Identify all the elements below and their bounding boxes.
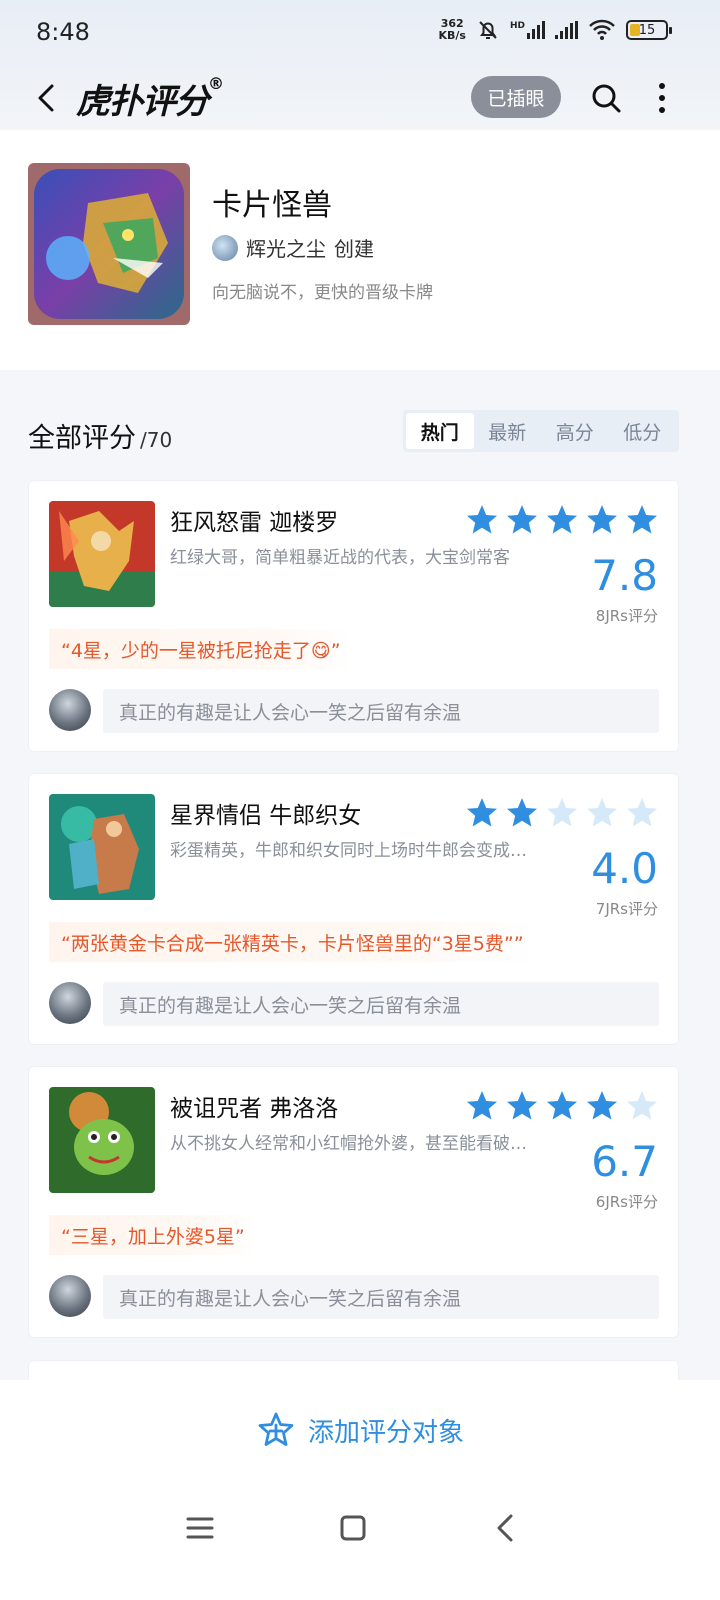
logo-registered-mark: ® — [208, 74, 224, 93]
comment-input[interactable]: 真正的有趣是让人会心一笑之后留有余温 — [103, 689, 659, 733]
rating-card[interactable]: 狂风怒雷 迦楼罗 红绿大哥，简单粗暴近战的代表，大宝剑常客 7.8 8JRs评分… — [28, 480, 679, 752]
item-image[interactable] — [49, 1087, 155, 1193]
section-title: 全部评分/70 — [28, 416, 172, 455]
item-name: 狂风怒雷 迦楼罗 — [170, 510, 339, 536]
item-image[interactable] — [49, 794, 155, 900]
home-icon[interactable] — [333, 1508, 373, 1548]
sort-tabs: 热门 最新 高分 低分 — [403, 410, 679, 452]
sort-tab-latest[interactable]: 最新 — [474, 413, 542, 449]
network-speed-unit: KB/s — [438, 29, 466, 42]
back-arrow-icon[interactable] — [30, 80, 66, 116]
system-nav-bar — [0, 1480, 720, 1600]
star-filled-icon — [507, 1091, 537, 1120]
add-star-icon[interactable] — [256, 1410, 296, 1450]
add-rating-label[interactable]: 添加评分对象 — [308, 1412, 464, 1449]
star-filled-icon — [587, 1091, 617, 1120]
star-filled-icon — [547, 505, 577, 534]
user-avatar — [49, 1275, 91, 1317]
rating-card[interactable]: 星界情侣 牛郎织女 彩蛋精英，牛郎和织女同时上场时牛郎会变成… 4.0 7JRs… — [28, 773, 679, 1045]
bookmarked-button[interactable]: 已插眼 — [471, 76, 561, 118]
network-speed: 362 KB/s — [439, 18, 466, 42]
item-description: 彩蛋精英，牛郎和织女同时上场时牛郎会变成… — [170, 841, 527, 861]
search-icon[interactable] — [588, 80, 624, 116]
top-area: 8:48 362 KB/s HD 15 虎扑评分® 已插眼 — [0, 0, 720, 140]
star-empty-icon — [547, 798, 577, 827]
star-empty-icon — [587, 798, 617, 827]
status-icons: 362 KB/s HD 15 — [439, 18, 672, 42]
star-filled-icon — [467, 798, 497, 827]
add-rating-bar[interactable]: 添加评分对象 — [0, 1380, 720, 1480]
item-description: 从不挑女人经常和小红帽抢外婆，甚至能看破… — [170, 1134, 527, 1154]
status-bar: 8:48 362 KB/s HD 15 — [0, 0, 720, 66]
star-empty-icon — [627, 798, 657, 827]
star-filled-icon — [627, 505, 657, 534]
battery-icon: 15 — [626, 20, 672, 40]
top-comment-quote[interactable]: “4星，少的一星被托尼抢走了😋” — [49, 629, 353, 669]
star-filled-icon — [507, 798, 537, 827]
item-score: 4.0 — [591, 844, 658, 893]
item-name: 星界情侣 牛郎织女 — [170, 803, 362, 829]
star-filled-icon — [467, 1091, 497, 1120]
back-icon[interactable] — [486, 1508, 526, 1548]
item-name: 被诅咒者 弗洛洛 — [170, 1096, 339, 1122]
signal-icon — [527, 21, 545, 39]
star-filled-icon — [467, 505, 497, 534]
star-filled-icon — [507, 505, 537, 534]
mute-bell-icon — [479, 21, 497, 39]
item-score: 6.7 — [591, 1137, 658, 1186]
hd-label: HD — [509, 21, 525, 31]
rating-count: 8JRs评分 — [595, 607, 658, 625]
topic-subtitle: 向无脑说不，更快的晋级卡牌 — [212, 283, 433, 303]
item-image[interactable] — [49, 501, 155, 607]
topic-title: 卡片怪兽 — [212, 188, 332, 223]
creator-avatar[interactable] — [212, 234, 238, 261]
creator-action: 创建 — [334, 237, 374, 261]
nav-bar: 虎扑评分® 已插眼 — [0, 66, 720, 130]
comment-input[interactable]: 真正的有趣是让人会心一笑之后留有余温 — [103, 982, 659, 1026]
user-avatar — [49, 982, 91, 1024]
signal-icon-2 — [555, 21, 578, 39]
sort-tab-low[interactable]: 低分 — [609, 413, 677, 449]
menu-icon[interactable] — [180, 1508, 220, 1548]
topic-header: 卡片怪兽 辉光之尘 创建 向无脑说不，更快的晋级卡牌 — [0, 130, 720, 370]
star-empty-icon — [627, 1091, 657, 1120]
app-logo: 虎扑评分® — [76, 74, 224, 123]
creator-row[interactable]: 辉光之尘 创建 — [212, 233, 374, 262]
star-filled-icon — [587, 505, 617, 534]
status-time: 8:48 — [36, 18, 90, 46]
rating-count: 7JRs评分 — [595, 900, 658, 918]
wifi-icon — [589, 19, 615, 40]
top-comment-quote[interactable]: “三星，加上外婆5星” — [49, 1215, 257, 1255]
battery-level: 15 — [638, 22, 656, 38]
rating-count: 6JRs评分 — [595, 1193, 658, 1211]
more-options-icon[interactable] — [648, 78, 676, 118]
section-title-text: 全部评分 — [28, 423, 136, 454]
sort-tab-high[interactable]: 高分 — [541, 413, 609, 449]
user-avatar — [49, 689, 91, 731]
sort-tab-hot[interactable]: 热门 — [406, 413, 474, 449]
topic-cover-image — [28, 163, 190, 325]
rating-card[interactable]: 被诅咒者 弗洛洛 从不挑女人经常和小红帽抢外婆，甚至能看破… 6.7 6JRs评… — [28, 1066, 679, 1338]
logo-text: 虎扑评分 — [76, 82, 209, 122]
star-rating — [465, 503, 659, 537]
comment-input[interactable]: 真正的有趣是让人会心一笑之后留有余温 — [103, 1275, 659, 1319]
star-filled-icon — [547, 1091, 577, 1120]
section-count: /70 — [140, 428, 173, 452]
signal-hd: HD — [510, 21, 545, 39]
creator-name[interactable]: 辉光之尘 — [246, 233, 326, 262]
item-description: 红绿大哥，简单粗暴近战的代表，大宝剑常客 — [170, 548, 510, 568]
star-rating — [465, 1089, 659, 1123]
ratings-section-header: 全部评分/70 热门 最新 高分 低分 — [0, 382, 720, 477]
star-rating — [465, 796, 659, 830]
top-comment-quote[interactable]: “两张黄金卡合成一张精英卡，卡片怪兽里的“3星5费”” — [49, 922, 536, 962]
item-score: 7.8 — [591, 551, 658, 600]
